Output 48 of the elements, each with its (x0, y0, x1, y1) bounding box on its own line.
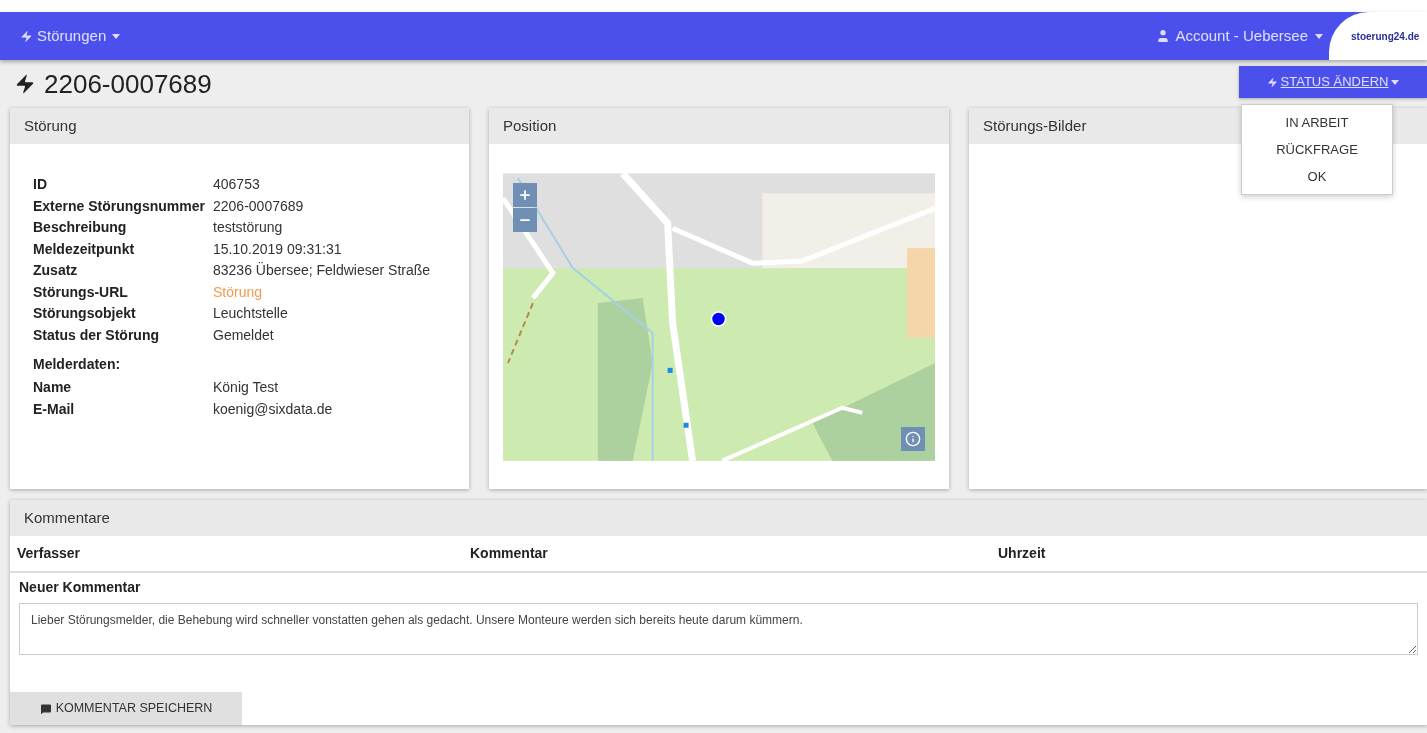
lightning-icon (14, 73, 36, 95)
field-value: 2206-0007689 (213, 196, 304, 216)
info-icon (905, 431, 921, 447)
field-value: 83236 Übersee; Feldwieser Straße (213, 261, 431, 281)
menu-dropdown[interactable]: Störungen (20, 24, 121, 48)
field-value: 406753 (213, 175, 260, 195)
field-value: koenig@sixdata.de (213, 399, 333, 419)
column-header: Kommentar (470, 544, 549, 563)
page-title: 2206-0007689 (44, 67, 212, 101)
status-button[interactable]: STATUS ÄNDERN (1239, 66, 1427, 98)
column-header: Verfasser (17, 544, 82, 563)
panel-header: Position (489, 108, 949, 144)
menu-item[interactable]: IN ARBEIT (1242, 109, 1392, 136)
plus-icon (518, 188, 532, 202)
lightning-icon (20, 29, 33, 43)
field-label: Externe Störungsnummer (33, 196, 206, 216)
field-label: Beschreibung (33, 218, 128, 238)
account-dropdown[interactable]: Account - Uebersee (1155, 24, 1323, 48)
caret-icon (1315, 33, 1323, 39)
info-button[interactable] (901, 427, 925, 451)
field-label: E-Mail (33, 399, 76, 419)
field-label: Meldezeitpunkt (33, 239, 136, 259)
field-value: König Test (213, 378, 279, 398)
comment-icon (39, 702, 52, 715)
field-label: Zusatz (33, 261, 79, 281)
field-label: Störungsobjekt (33, 304, 137, 324)
field-value: teststörung (213, 218, 283, 238)
field-label: Störungs-URL (33, 282, 129, 302)
lightning-icon (1266, 76, 1278, 88)
caret-icon (1391, 79, 1400, 85)
panel-header: Kommentare (10, 500, 1427, 536)
panel-header: Störung (10, 108, 469, 144)
column-header: Uhrzeit (998, 544, 1046, 563)
field-value: Leuchtstelle (213, 304, 288, 324)
zoom-out-button[interactable] (513, 208, 537, 232)
save-comment-button[interactable]: KOMMENTAR SPEICHERN (10, 692, 242, 725)
field-label: Name (33, 378, 73, 398)
caret-icon (112, 33, 121, 39)
field-value: Gemeldet (213, 325, 274, 345)
zoom-in-button[interactable] (513, 183, 537, 207)
field-value: 15.10.2019 09:31:31 (213, 239, 342, 259)
comment-field[interactable]: Lieber Störungsmelder, die Behebung wird schneller vonstatten gehen als gedacht. Unsere Monteure werden sich bereits heute darum kümmern. (19, 603, 1418, 655)
section-label: Melderdaten: (33, 355, 121, 374)
menu-item[interactable]: OK (1242, 163, 1392, 190)
field-label: ID (33, 175, 48, 195)
field-label: Status der Störung (33, 325, 160, 345)
field-label: Neuer Kommentar (18, 578, 142, 597)
logo: stoerung24.de (1329, 12, 1427, 60)
